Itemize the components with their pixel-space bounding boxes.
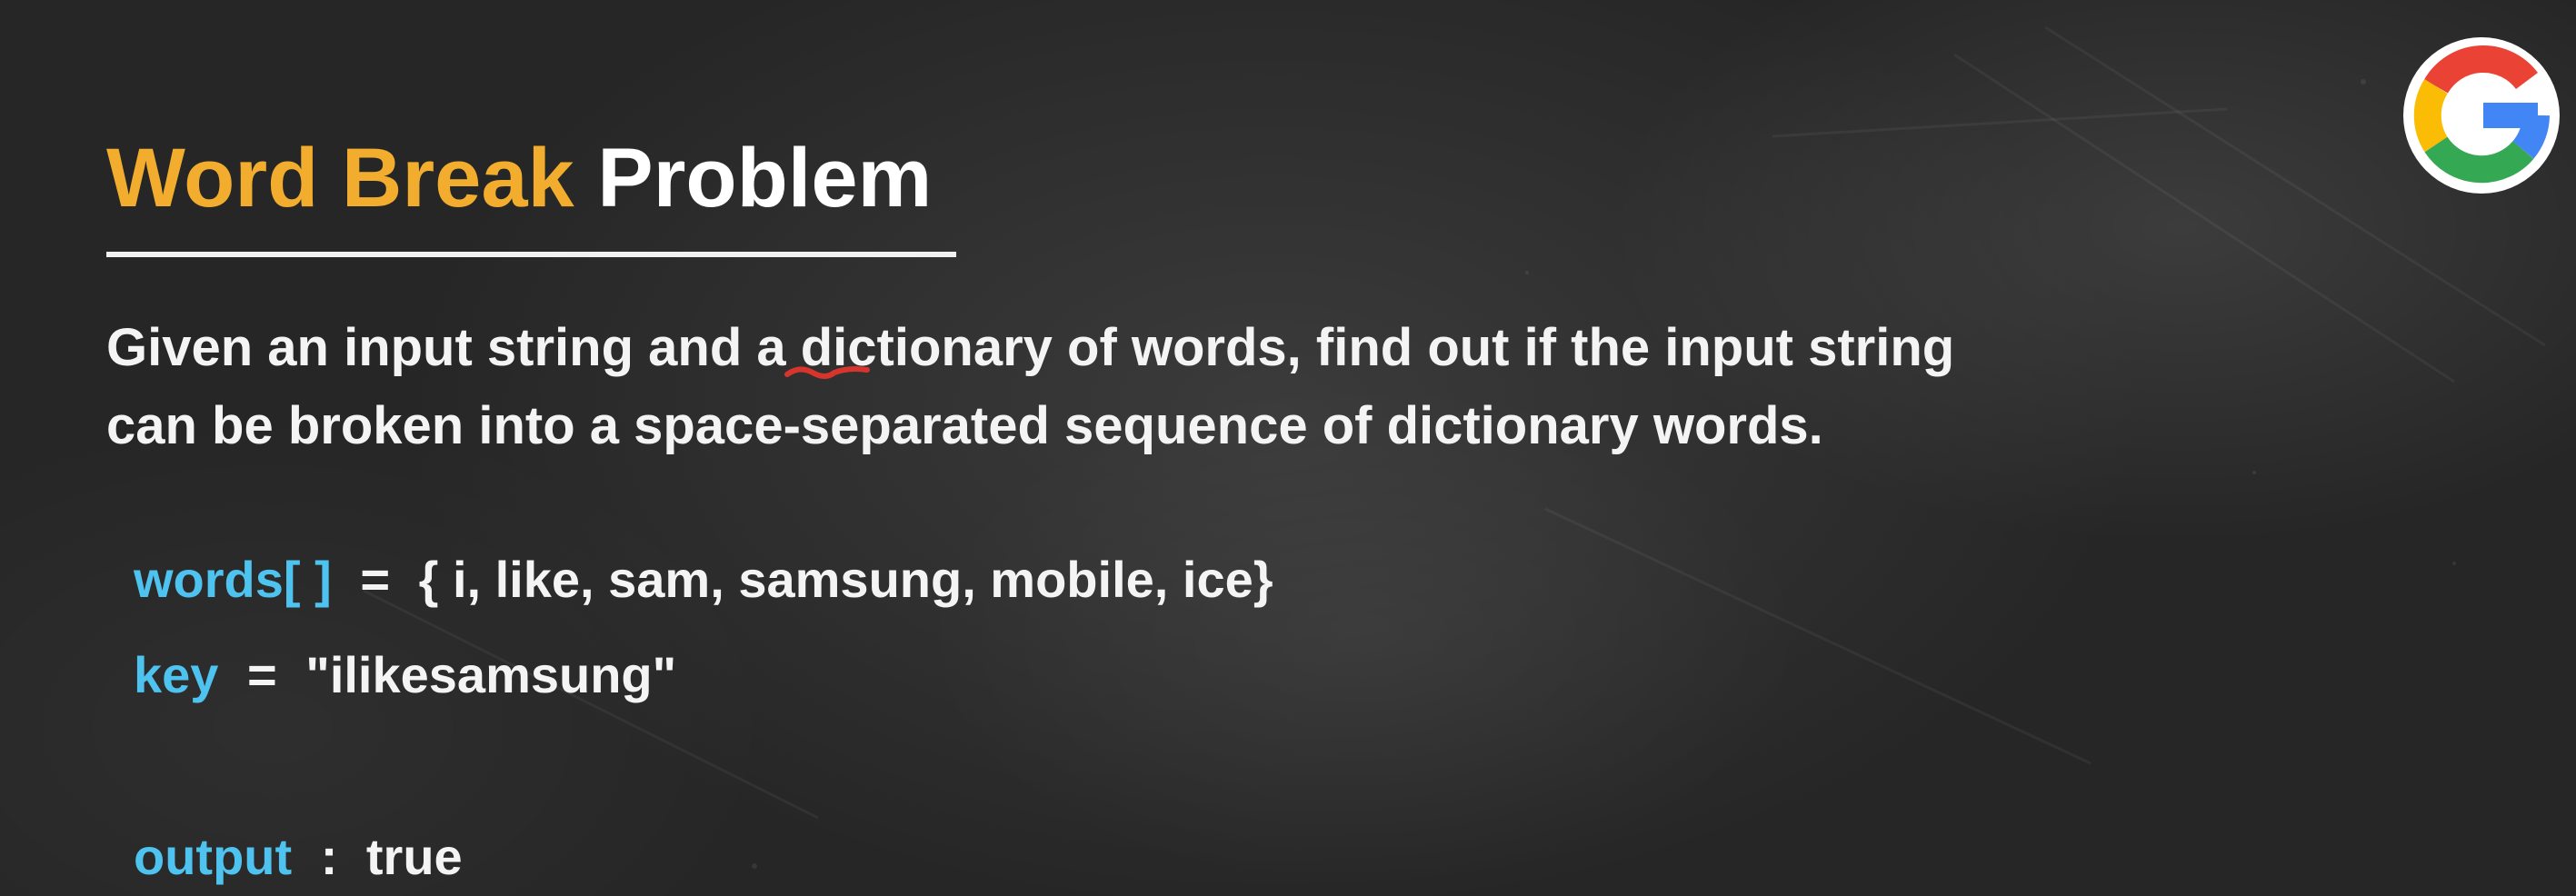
words-line: words[ ] = { i, like, sam, samsung, mobi… [134,554,1273,605]
output-line: output : true [134,831,463,882]
title-accent-text: Word Break [106,132,574,224]
title-rest-text: Problem [597,132,933,224]
title-underline [106,252,956,257]
output-value: true [365,828,463,885]
words-label: words[ ] [134,551,332,608]
words-value: { i, like, sam, samsung, mobile, ice} [418,551,1273,608]
key-line: key = "ilikesamsung" [134,650,676,701]
output-operator: : [320,828,338,885]
description-line-2: can be broken into a space-separated seq… [106,396,1823,455]
description-line-1: Given an input string and a dictionary o… [106,318,1955,377]
google-logo-icon [2403,37,2560,194]
key-operator: = [247,646,277,703]
red-annotation-underline [784,366,870,379]
page-title: Word Break Problem [106,136,932,220]
problem-description: Given an input string and a dictionary o… [106,309,2015,465]
key-label: key [134,646,219,703]
key-value: "ilikesamsung" [305,646,677,703]
output-label: output [134,828,293,885]
words-operator: = [360,551,391,608]
